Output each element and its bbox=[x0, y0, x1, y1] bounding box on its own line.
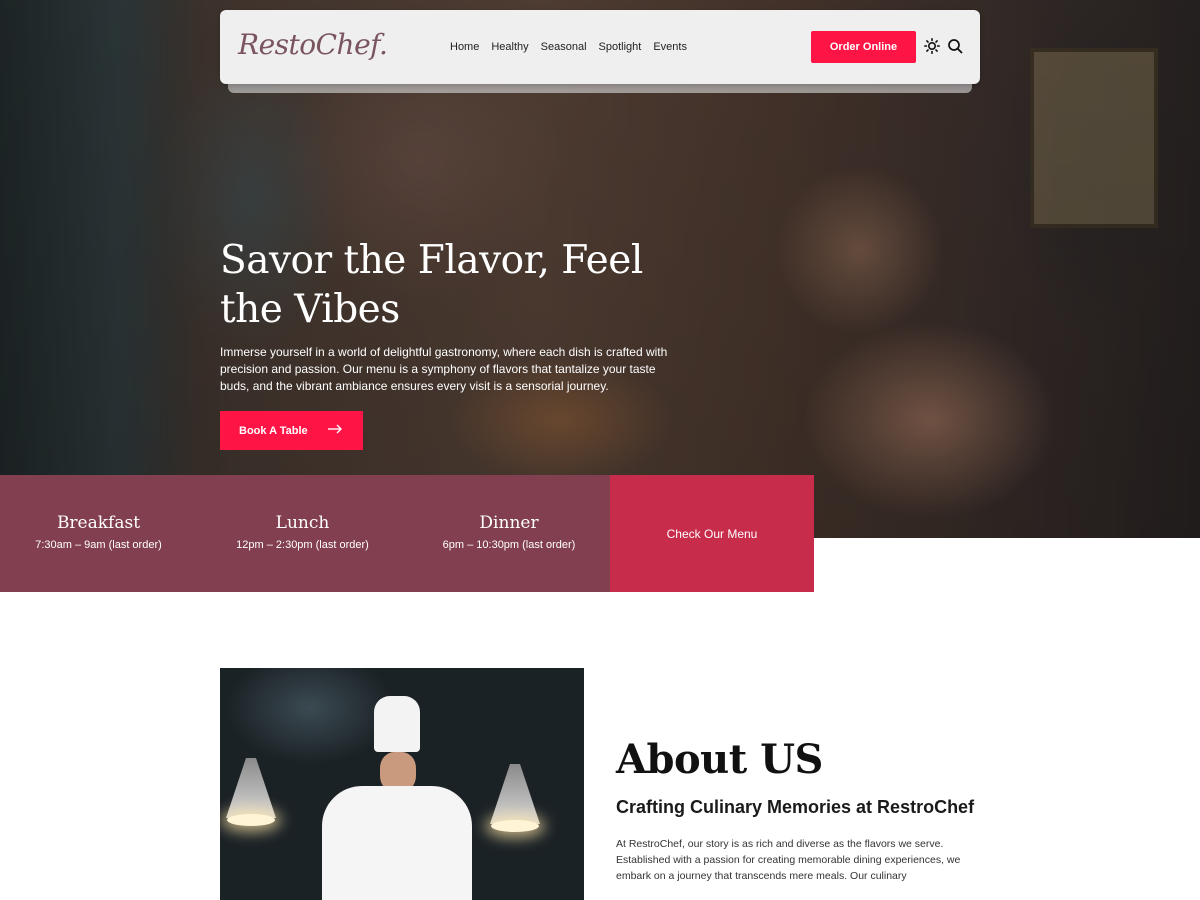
hours-time: 6pm – 10:30pm (last order) bbox=[442, 539, 576, 551]
nav-item-events[interactable]: Events bbox=[653, 41, 687, 53]
chef-jacket bbox=[322, 786, 472, 900]
hours-lunch: Lunch 12pm – 2:30pm (last order) bbox=[197, 475, 408, 592]
heat-lamp bbox=[490, 764, 540, 824]
about-title: About US bbox=[616, 736, 823, 783]
hero-content: Savor the Flavor, Feel the Vibes Immerse… bbox=[220, 236, 690, 450]
heat-lamp bbox=[226, 758, 276, 818]
check-menu-button[interactable]: Check Our Menu bbox=[610, 475, 814, 592]
order-online-button[interactable]: Order Online bbox=[811, 31, 916, 63]
hours-breakfast: Breakfast 7:30am – 9am (last order) bbox=[0, 475, 197, 592]
hero-title: Savor the Flavor, Feel the Vibes bbox=[220, 238, 643, 332]
about-subtitle: Crafting Culinary Memories at RestroChef bbox=[616, 797, 975, 817]
logo[interactable]: RestoChef. bbox=[238, 28, 388, 61]
hero-description: Immerse yourself in a world of delightfu… bbox=[220, 345, 668, 393]
hours-time: 7:30am – 9am (last order) bbox=[35, 539, 162, 551]
nav-item-spotlight[interactable]: Spotlight bbox=[599, 41, 642, 53]
arrow-right-icon bbox=[327, 424, 343, 437]
opening-hours-bar: Breakfast 7:30am – 9am (last order) Lunc… bbox=[0, 475, 610, 592]
lamp-glow bbox=[227, 814, 275, 826]
main-nav: Home Healthy Seasonal Spotlight Events bbox=[450, 10, 687, 84]
hero-wall-sign bbox=[1030, 48, 1158, 228]
site-header: RestoChef. Home Healthy Seasonal Spotlig… bbox=[220, 10, 980, 84]
about-text: At RestroChef, our story is as rich and … bbox=[616, 838, 961, 882]
sun-icon[interactable] bbox=[923, 37, 941, 55]
lamp-glow bbox=[491, 820, 539, 832]
chef-hat bbox=[374, 696, 420, 752]
header-underlay bbox=[228, 84, 972, 93]
hero-window-decoration bbox=[0, 0, 200, 475]
hours-label: Breakfast bbox=[56, 513, 141, 533]
about-section: About US Crafting Culinary Memories at R… bbox=[616, 736, 986, 884]
book-table-button[interactable]: Book A Table bbox=[220, 411, 363, 450]
nav-item-healthy[interactable]: Healthy bbox=[491, 41, 528, 53]
nav-item-home[interactable]: Home bbox=[450, 41, 479, 53]
hours-time: 12pm – 2:30pm (last order) bbox=[236, 539, 369, 551]
chef-photo bbox=[220, 668, 584, 900]
hours-dinner: Dinner 6pm – 10:30pm (last order) bbox=[408, 475, 610, 592]
hours-label: Dinner bbox=[479, 513, 539, 533]
nav-item-seasonal[interactable]: Seasonal bbox=[541, 41, 587, 53]
search-icon[interactable] bbox=[946, 37, 964, 55]
hours-label: Lunch bbox=[275, 513, 330, 533]
book-table-label: Book A Table bbox=[239, 424, 308, 437]
